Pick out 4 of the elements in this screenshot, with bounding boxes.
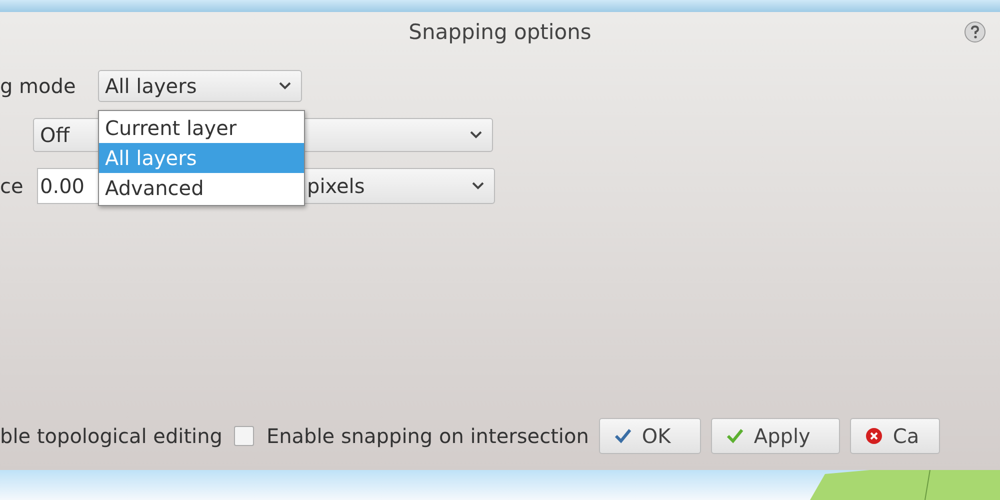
option-label: ble topological editing xyxy=(0,424,222,448)
window-title: Snapping options xyxy=(408,20,592,44)
field-label: ce xyxy=(0,174,24,198)
field-label: g mode xyxy=(0,74,77,98)
